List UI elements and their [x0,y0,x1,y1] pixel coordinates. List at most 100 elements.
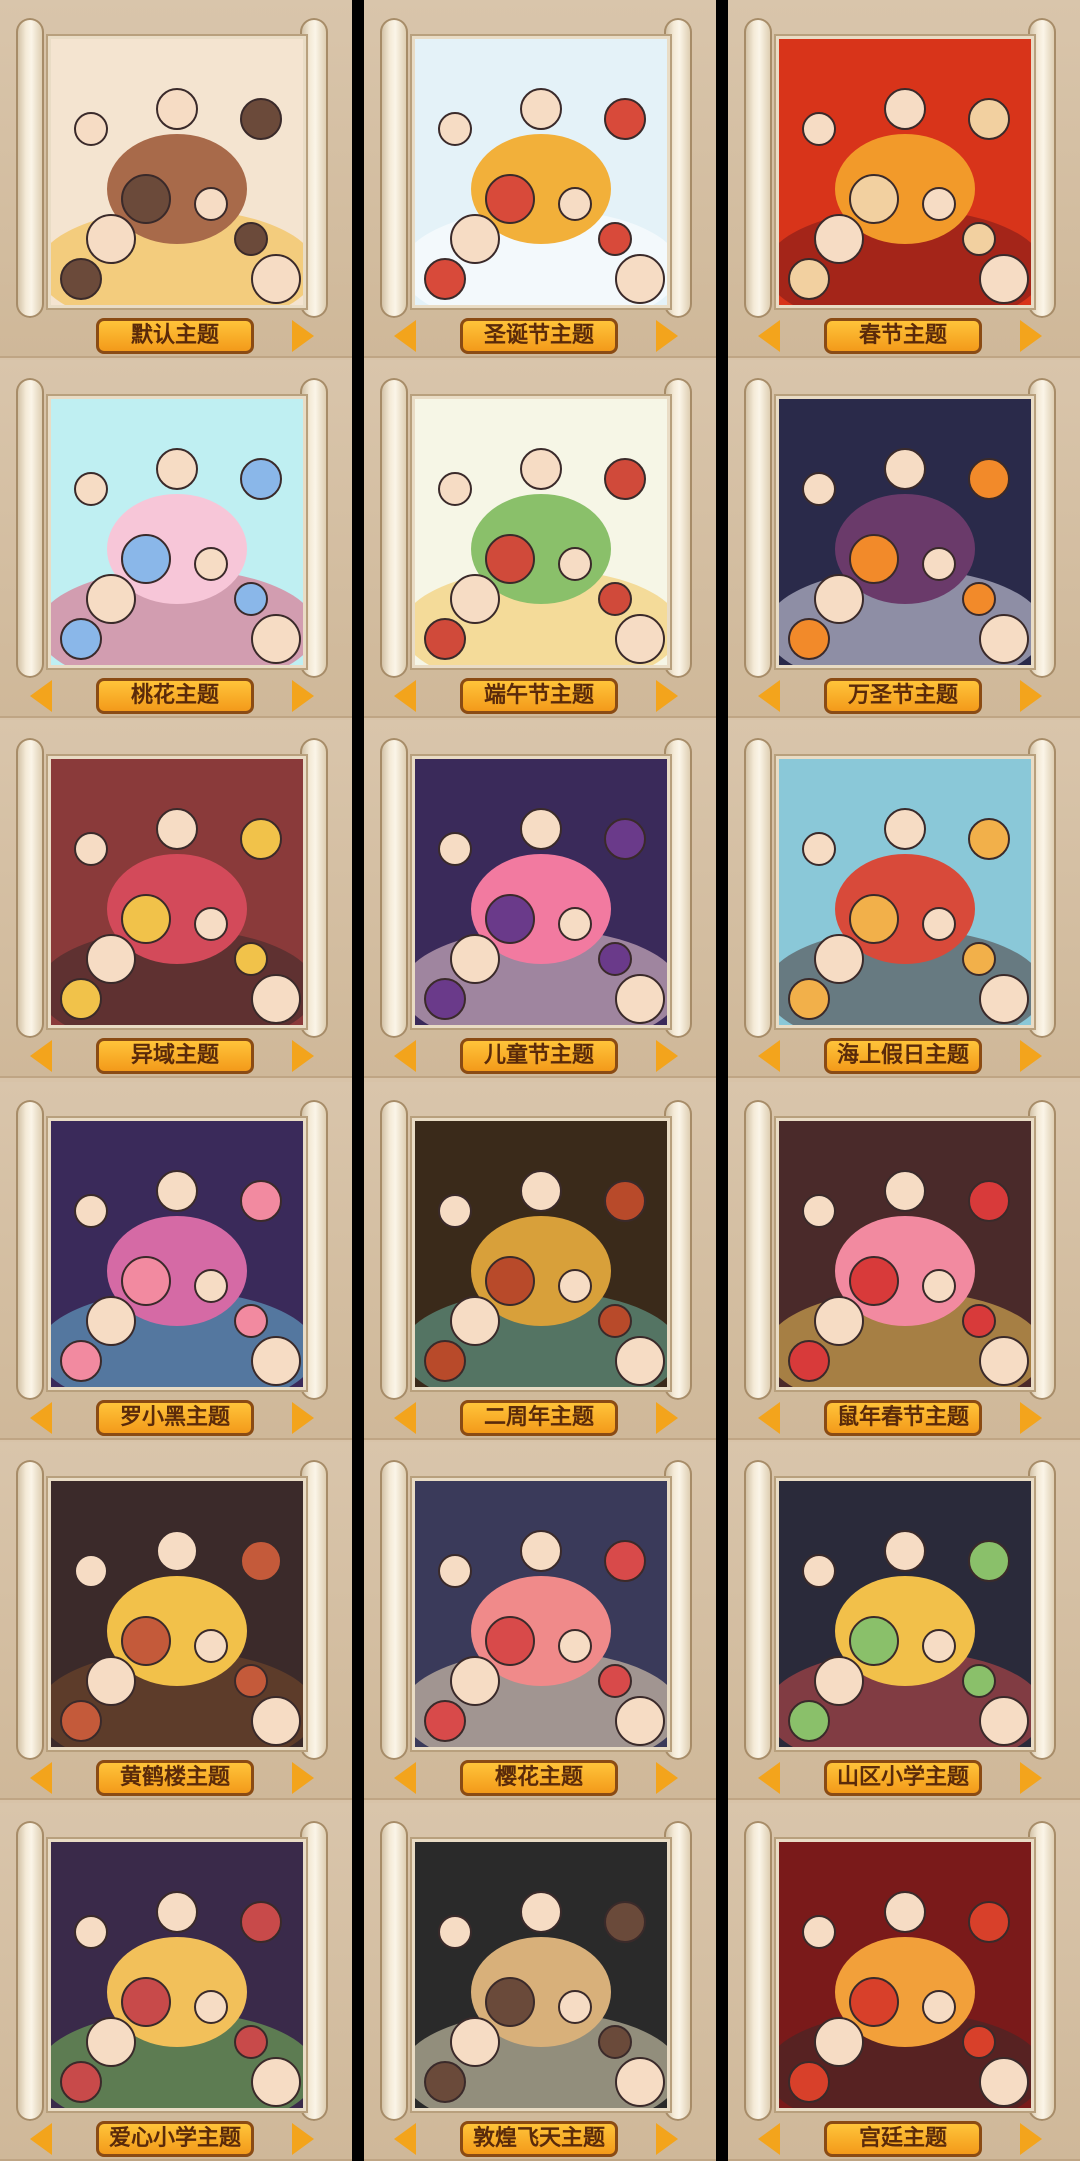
arrow-left-icon[interactable] [758,1040,780,1072]
theme-preview-image[interactable] [412,1118,670,1390]
theme-preview-image[interactable] [776,1478,1034,1750]
arrow-left-icon[interactable] [394,1402,416,1434]
arrow-right-icon[interactable] [292,1040,314,1072]
arrow-right-icon[interactable] [292,320,314,352]
theme-grid: 默认主题桃花主题异域主题罗小黑主题黄鹤楼主题爱心小学主题 圣诞节主题端午节主题儿童… [0,0,1080,2161]
theme-name-label[interactable]: 宫廷主题 [824,2121,982,2157]
theme-preview-image[interactable] [48,1839,306,2111]
arrow-right-icon[interactable] [292,680,314,712]
theme-name-label[interactable]: 二周年主题 [460,1400,618,1436]
theme-card[interactable]: 二周年主题 [364,1082,716,1440]
arrow-left-icon[interactable] [758,1402,780,1434]
theme-card[interactable]: 山区小学主题 [728,1442,1080,1800]
theme-card[interactable]: 异域主题 [0,720,352,1078]
theme-preview-image[interactable] [412,396,670,668]
theme-name-label[interactable]: 异域主题 [96,1038,254,1074]
arrow-right-icon[interactable] [1020,1762,1042,1794]
theme-name-label[interactable]: 儿童节主题 [460,1038,618,1074]
arrow-left-icon[interactable] [30,1040,52,1072]
theme-name-label[interactable]: 鼠年春节主题 [824,1400,982,1436]
theme-card[interactable]: 敦煌飞天主题 [364,1803,716,2161]
arrow-right-icon[interactable] [656,1402,678,1434]
scroll-roll-left [16,1100,44,1400]
theme-preview-image[interactable] [776,36,1034,308]
arrow-right-icon[interactable] [292,1762,314,1794]
scroll-roll-left [744,1460,772,1760]
arrow-right-icon[interactable] [1020,1402,1042,1434]
scroll-roll-left [744,378,772,678]
arrow-right-icon[interactable] [656,680,678,712]
theme-preview-image[interactable] [776,1839,1034,2111]
arrow-right-icon[interactable] [1020,1040,1042,1072]
scroll-roll-left [380,18,408,318]
arrow-left-icon[interactable] [30,2123,52,2155]
theme-name-label[interactable]: 端午节主题 [460,678,618,714]
theme-preview-image[interactable] [776,1118,1034,1390]
arrow-left-icon[interactable] [30,1402,52,1434]
theme-column: 春节主题万圣节主题海上假日主题 鼠年春节主题 山区小学主题 宫廷主题 [728,0,1080,2161]
arrow-left-icon[interactable] [30,1762,52,1794]
arrow-left-icon[interactable] [758,680,780,712]
theme-name-label[interactable]: 默认主题 [96,318,254,354]
theme-name-label[interactable]: 桃花主题 [96,678,254,714]
arrow-right-icon[interactable] [656,2123,678,2155]
arrow-right-icon[interactable] [292,2123,314,2155]
theme-preview-image[interactable] [776,756,1034,1028]
theme-card[interactable]: 默认主题 [0,0,352,358]
theme-card[interactable]: 黄鹤楼主题 [0,1442,352,1800]
arrow-left-icon[interactable] [394,320,416,352]
arrow-left-icon[interactable] [758,1762,780,1794]
arrow-left-icon[interactable] [30,680,52,712]
theme-card[interactable]: 爱心小学主题 [0,1803,352,2161]
arrow-right-icon[interactable] [1020,320,1042,352]
theme-preview-image[interactable] [412,36,670,308]
theme-card[interactable]: 樱花主题 [364,1442,716,1800]
theme-name-label[interactable]: 海上假日主题 [824,1038,982,1074]
theme-name-label[interactable]: 爱心小学主题 [96,2121,254,2157]
theme-name-label[interactable]: 万圣节主题 [824,678,982,714]
theme-preview-image[interactable] [48,756,306,1028]
theme-card[interactable]: 春节主题 [728,0,1080,358]
scroll-roll-left [744,1821,772,2121]
arrow-right-icon[interactable] [656,320,678,352]
arrow-right-icon[interactable] [1020,680,1042,712]
theme-name-label[interactable]: 樱花主题 [460,1760,618,1796]
theme-card[interactable]: 海上假日主题 [728,720,1080,1078]
arrow-right-icon[interactable] [656,1762,678,1794]
theme-name-label[interactable]: 春节主题 [824,318,982,354]
theme-card[interactable]: 桃花主题 [0,360,352,718]
theme-preview-image[interactable] [48,1478,306,1750]
arrow-left-icon[interactable] [394,680,416,712]
theme-preview-image[interactable] [776,396,1034,668]
scroll-roll-left [16,1460,44,1760]
theme-card[interactable]: 宫廷主题 [728,1803,1080,2161]
arrow-right-icon[interactable] [292,1402,314,1434]
theme-preview-image[interactable] [412,1839,670,2111]
theme-card[interactable]: 鼠年春节主题 [728,1082,1080,1440]
scroll-roll-left [16,378,44,678]
theme-name-label[interactable]: 敦煌飞天主题 [460,2121,618,2157]
theme-card[interactable]: 圣诞节主题 [364,0,716,358]
theme-name-label[interactable]: 罗小黑主题 [96,1400,254,1436]
scroll-roll-left [380,738,408,1038]
arrow-left-icon[interactable] [758,2123,780,2155]
arrow-left-icon[interactable] [758,320,780,352]
theme-preview-image[interactable] [48,396,306,668]
theme-name-label[interactable]: 圣诞节主题 [460,318,618,354]
theme-card[interactable]: 罗小黑主题 [0,1082,352,1440]
arrow-left-icon[interactable] [394,1040,416,1072]
theme-preview-image[interactable] [48,1118,306,1390]
arrow-left-icon[interactable] [394,2123,416,2155]
theme-card[interactable]: 端午节主题 [364,360,716,718]
theme-preview-image[interactable] [48,36,306,308]
theme-preview-image[interactable] [412,756,670,1028]
scroll-roll-left [380,1100,408,1400]
theme-card[interactable]: 儿童节主题 [364,720,716,1078]
theme-card[interactable]: 万圣节主题 [728,360,1080,718]
arrow-right-icon[interactable] [656,1040,678,1072]
theme-name-label[interactable]: 黄鹤楼主题 [96,1760,254,1796]
arrow-right-icon[interactable] [1020,2123,1042,2155]
theme-preview-image[interactable] [412,1478,670,1750]
arrow-left-icon[interactable] [394,1762,416,1794]
theme-name-label[interactable]: 山区小学主题 [824,1760,982,1796]
